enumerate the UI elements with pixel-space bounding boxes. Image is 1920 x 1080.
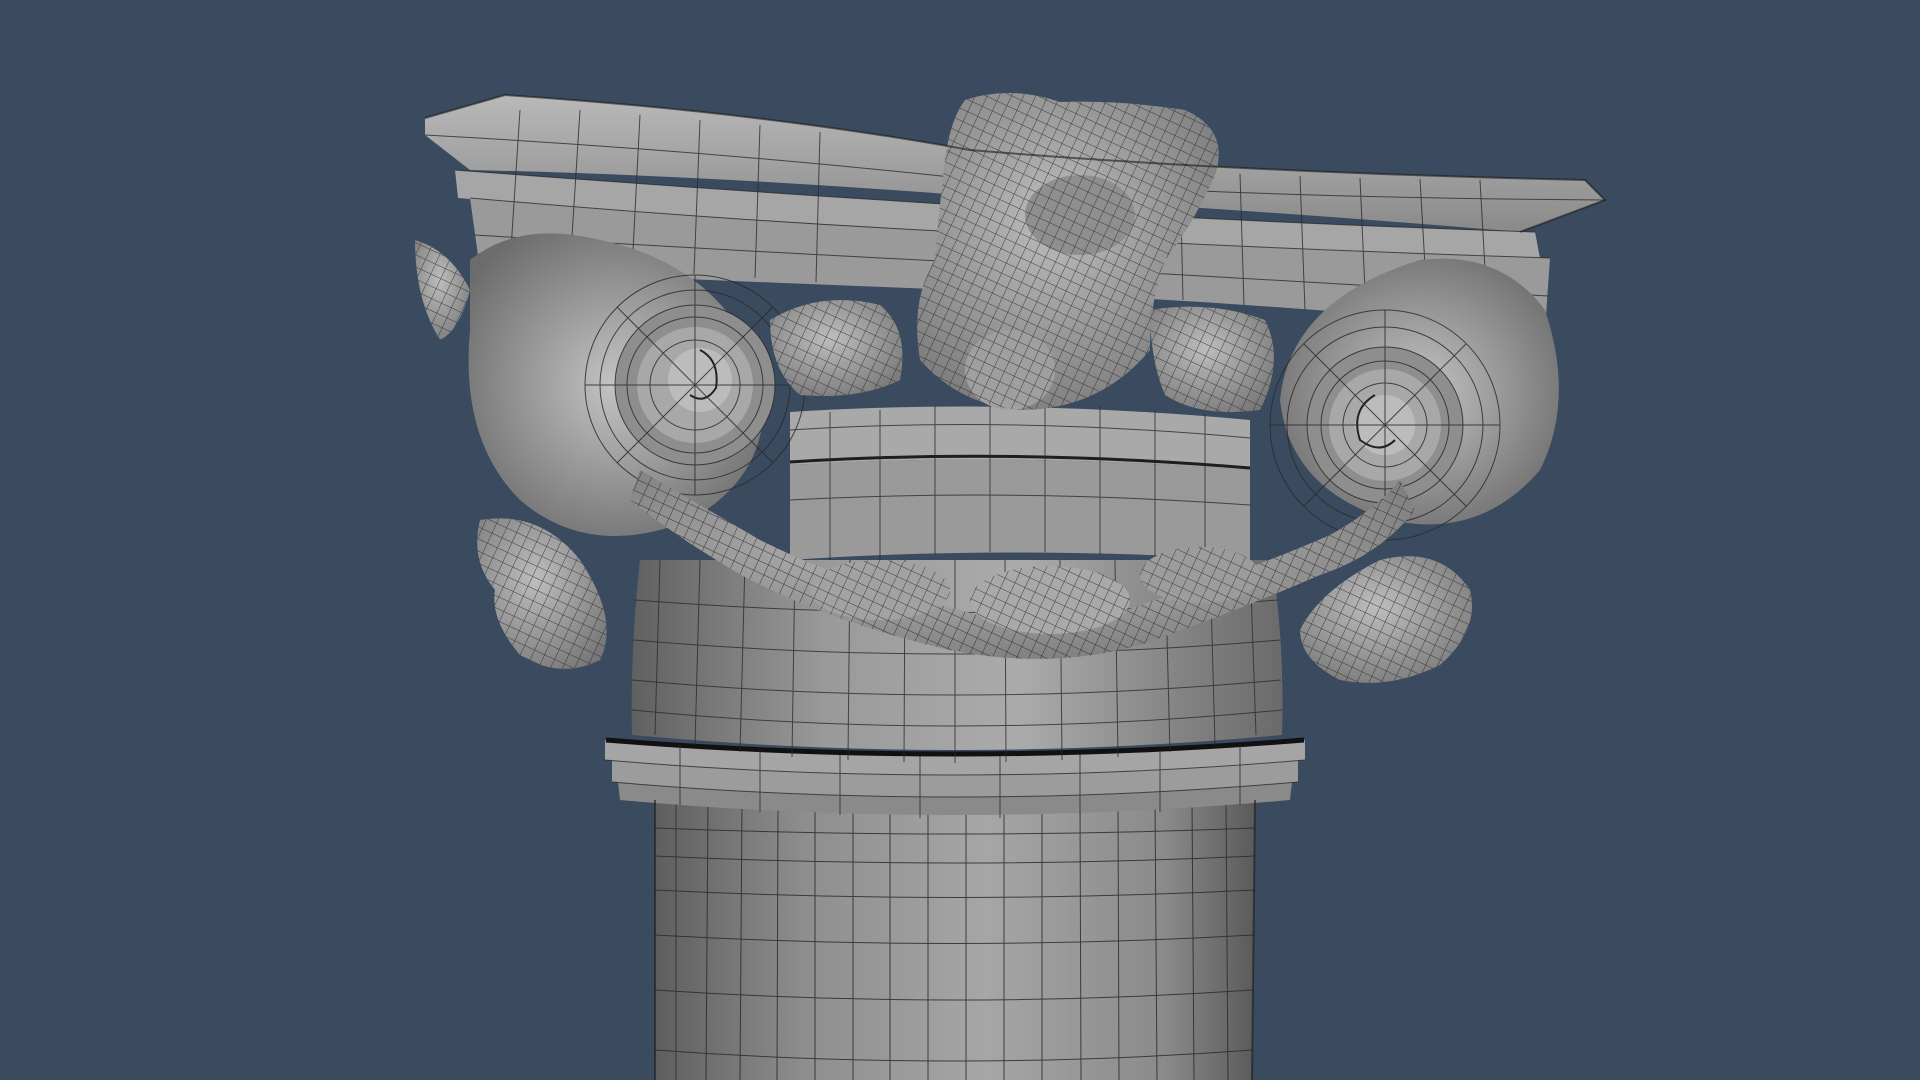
3d-viewport[interactable] xyxy=(0,0,1920,1080)
viewport-canvas[interactable] xyxy=(0,0,1920,1080)
echinus-band[interactable] xyxy=(789,404,1251,560)
column-shaft[interactable] xyxy=(654,795,1256,1080)
